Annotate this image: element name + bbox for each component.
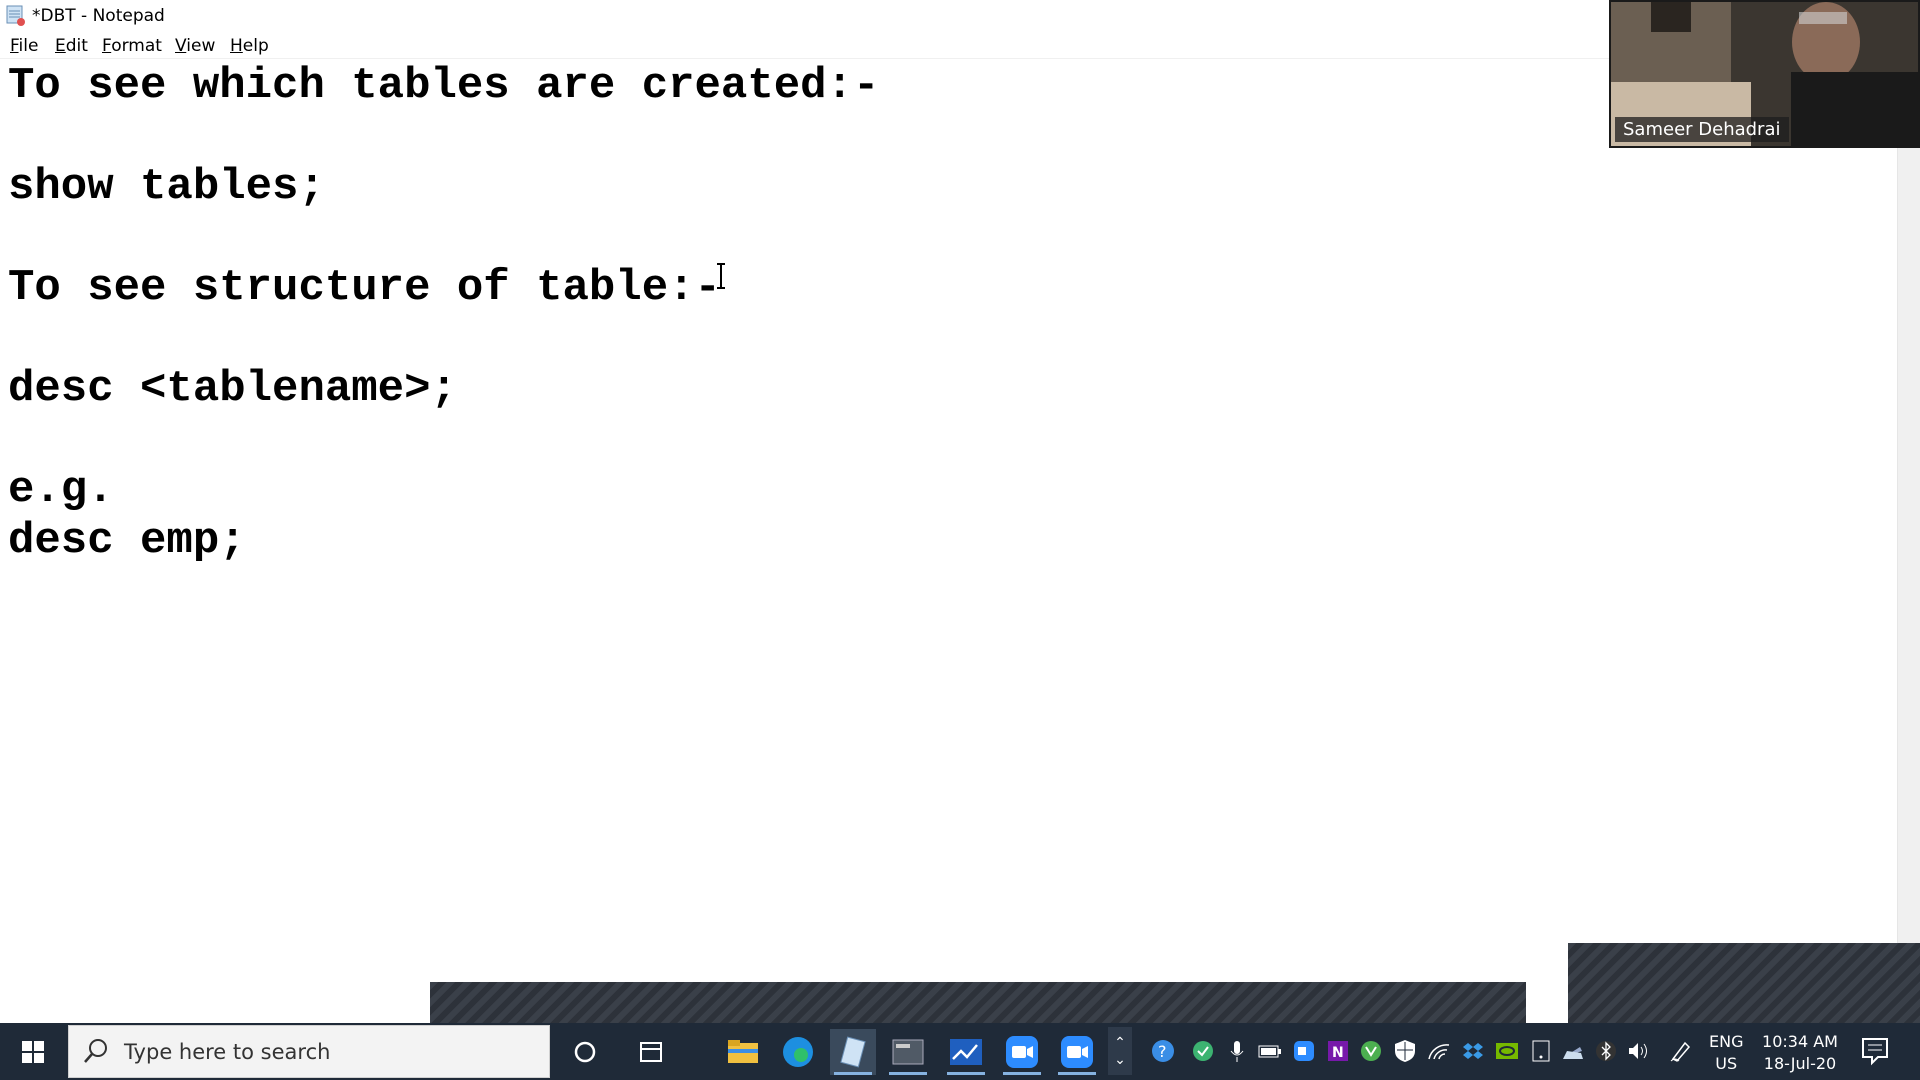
- clock[interactable]: 10:34 AM 18-Jul-20: [1760, 1031, 1840, 1075]
- dropbox-icon[interactable]: [1461, 1039, 1485, 1063]
- shield-check-icon[interactable]: [1191, 1039, 1215, 1063]
- windows-start-icon[interactable]: [0, 1023, 66, 1080]
- participant-video: Sameer Dehadrai: [1609, 0, 1920, 148]
- notepad-icon: [6, 4, 26, 26]
- zoom-tray-icon[interactable]: [1292, 1039, 1316, 1063]
- menu-view[interactable]: View: [175, 36, 215, 56]
- region-code: US: [1715, 1054, 1738, 1073]
- defender-icon[interactable]: [1393, 1039, 1417, 1063]
- menu-edit[interactable]: Edit: [55, 36, 88, 56]
- editor-line: desc <tablename>;: [8, 364, 457, 414]
- menu-format[interactable]: Format: [102, 36, 162, 56]
- editor-content[interactable]: To see which tables are created:- show t…: [8, 61, 879, 566]
- battery-icon[interactable]: [1258, 1039, 1282, 1063]
- zoom-icon[interactable]: [999, 1029, 1045, 1075]
- onenote-icon[interactable]: N: [1326, 1039, 1350, 1063]
- editor-line: To see which tables are created:-: [8, 61, 880, 111]
- microphone-icon[interactable]: [1225, 1039, 1249, 1063]
- svg-text:?: ?: [1158, 1042, 1167, 1061]
- notepad-taskbar-icon[interactable]: [830, 1029, 876, 1075]
- menu-file[interactable]: File: [10, 36, 38, 56]
- wifi-icon[interactable]: [1427, 1039, 1451, 1063]
- search-box[interactable]: Type here to search: [68, 1025, 550, 1078]
- search-icon: [84, 1039, 107, 1063]
- search-placeholder: Type here to search: [124, 1040, 331, 1064]
- menu-help[interactable]: Help: [230, 36, 269, 56]
- terminal-icon[interactable]: [885, 1029, 931, 1075]
- pen-icon[interactable]: [1669, 1039, 1693, 1063]
- file-explorer-icon[interactable]: [720, 1029, 766, 1075]
- clock-time: 10:34 AM: [1762, 1032, 1838, 1051]
- clock-date: 18-Jul-20: [1763, 1054, 1837, 1073]
- vertical-scrollbar[interactable]: [1897, 59, 1920, 1023]
- editor-line: show tables;: [8, 162, 325, 212]
- svg-text:N: N: [1332, 1045, 1344, 1061]
- editor-line: desc emp;: [8, 515, 246, 566]
- language-code: ENG: [1709, 1032, 1744, 1051]
- bluetooth-icon[interactable]: [1594, 1039, 1618, 1063]
- editor-line: e.g.: [8, 465, 114, 515]
- hatched-overlay: [1568, 943, 1920, 1024]
- help-icon[interactable]: ?: [1151, 1039, 1175, 1063]
- participant-name: Sameer Dehadrai: [1615, 117, 1789, 142]
- language-indicator[interactable]: ENG US: [1709, 1031, 1743, 1075]
- window-title: *DBT - Notepad: [32, 6, 165, 26]
- text-editor[interactable]: To see which tables are created:- show t…: [0, 59, 1898, 1023]
- volume-icon[interactable]: [1627, 1039, 1651, 1063]
- task-view-icon[interactable]: [628, 1029, 674, 1075]
- hatched-overlay: [430, 982, 1526, 1024]
- taskbar: Type here to search ⌃ ⌄ ? N ENG US 10:34…: [0, 1023, 1920, 1080]
- nvidia-icon[interactable]: [1495, 1039, 1519, 1063]
- notification-icon[interactable]: [1860, 1036, 1890, 1066]
- chevron-up-icon[interactable]: ⌃ ⌄: [1108, 1027, 1132, 1075]
- edge-icon[interactable]: [775, 1029, 821, 1075]
- tablet-icon[interactable]: [1529, 1039, 1553, 1063]
- onedrive-icon[interactable]: [1561, 1039, 1585, 1063]
- editor-line: To see structure of table:-: [8, 263, 721, 313]
- cortana-icon[interactable]: [562, 1029, 608, 1075]
- ibeam-cursor-icon: [714, 262, 728, 292]
- zoom-meeting-icon[interactable]: [1054, 1029, 1100, 1075]
- utorrent-icon[interactable]: [1359, 1039, 1383, 1063]
- whiteboard-icon[interactable]: [943, 1029, 989, 1075]
